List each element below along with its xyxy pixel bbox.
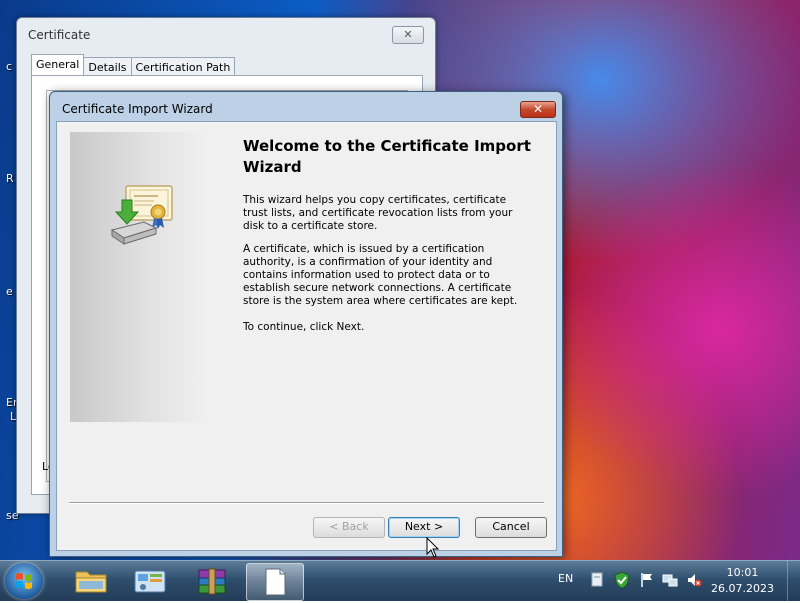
taskbar-explorer[interactable] <box>63 563 119 599</box>
wizard-titlebar[interactable]: Certificate Import Wizard ✕ <box>50 92 562 120</box>
back-button[interactable]: < Back <box>313 517 385 538</box>
taskbar-active-document[interactable] <box>246 563 304 601</box>
wizard-heading: Welcome to the Certificate Import Wizard <box>243 137 531 176</box>
wizard-side-graphic <box>70 132 215 422</box>
certificate-close-button[interactable]: ✕ <box>392 26 424 44</box>
wizard-title: Certificate Import Wizard <box>62 102 213 116</box>
wizard-description: This wizard helps you copy certificates,… <box>243 194 513 232</box>
volume-muted-icon[interactable] <box>686 572 702 588</box>
cancel-button[interactable]: Cancel <box>475 517 547 538</box>
wizard-content: Welcome to the Certificate Import Wizard… <box>56 121 557 551</box>
desktop-label-fragment: e <box>6 285 13 298</box>
start-button[interactable] <box>5 563 43 599</box>
clock-time: 10:01 <box>726 566 759 579</box>
wizard-close-button[interactable]: ✕ <box>520 101 556 118</box>
windows-logo-icon <box>16 573 32 589</box>
security-shield-icon[interactable] <box>614 571 630 589</box>
taskbar-control-panel[interactable] <box>123 563 179 599</box>
desktop-label-fragment: R <box>6 172 14 185</box>
wizard-continue-hint: To continue, click Next. <box>243 321 365 333</box>
explorer-folder-icon <box>75 571 107 593</box>
blank-document-icon <box>265 568 286 596</box>
show-desktop-button[interactable] <box>787 561 800 601</box>
certificate-import-icon <box>110 185 173 245</box>
winrar-icon <box>198 568 226 595</box>
taskbar-winrar[interactable] <box>185 563 241 599</box>
certificate-import-wizard: Certificate Import Wizard ✕ Welcome to t… <box>49 91 563 557</box>
wizard-separator <box>69 502 544 504</box>
wizard-certificate-explanation: A certificate, which is issued by a cert… <box>243 243 518 307</box>
next-button[interactable]: Next > <box>388 517 460 538</box>
mouse-cursor-icon <box>426 537 440 558</box>
clock-date: 26.07.2023 <box>711 582 774 595</box>
certificate-window-title: Certificate <box>28 28 91 42</box>
action-center-flag-icon[interactable] <box>640 572 654 588</box>
system-clock[interactable]: 10:01 26.07.2023 <box>711 565 774 597</box>
language-indicator[interactable]: EN <box>558 572 573 585</box>
taskbar: EN 10:01 26.07.2023 <box>0 560 800 601</box>
network-icon[interactable] <box>662 572 678 588</box>
network-document-icon[interactable] <box>590 572 604 588</box>
control-panel-icon <box>134 570 166 593</box>
desktop-label-fragment: c <box>6 60 13 73</box>
